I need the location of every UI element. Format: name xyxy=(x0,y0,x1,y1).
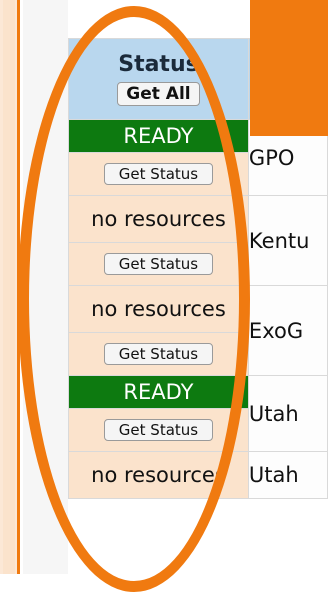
left-panel-edge xyxy=(0,0,20,574)
aggregate-name: Utah xyxy=(247,451,328,499)
aggregate-name: ExoG xyxy=(247,285,328,376)
orange-highlight-box xyxy=(250,0,328,136)
aggregate-name: Utah xyxy=(247,375,328,452)
orange-highlight-oval xyxy=(18,6,250,592)
aggregate-name: Kentu xyxy=(247,195,328,286)
left-panel-fill xyxy=(3,0,15,574)
